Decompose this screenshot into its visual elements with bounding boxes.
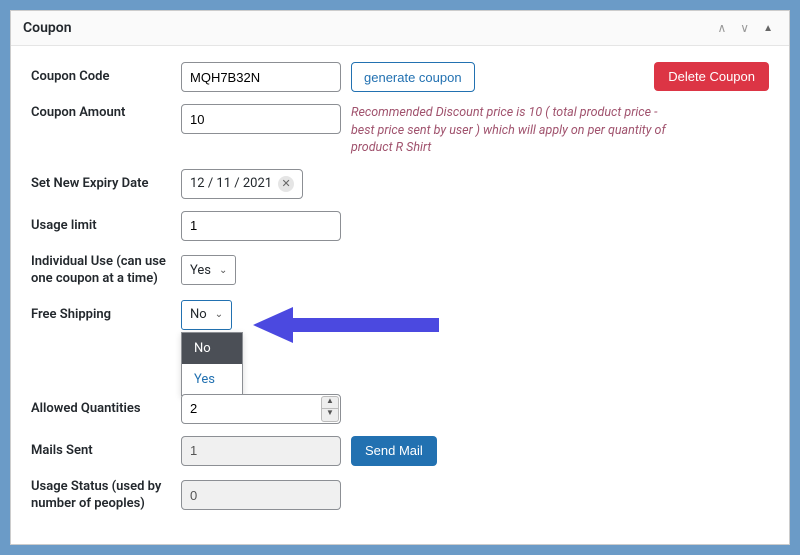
row-free-shipping: Free Shipping No ⌄ No Yes xyxy=(31,300,769,330)
row-allowed-qty: Allowed Quantities ▲ ▼ xyxy=(31,394,769,424)
generate-coupon-button[interactable]: generate coupon xyxy=(351,62,475,92)
row-individual-use: Individual Use (can use one coupon at a … xyxy=(31,253,769,288)
row-expiry: Set New Expiry Date 12 / 11 / 2021 ✕ xyxy=(31,169,769,199)
expiry-date-input[interactable]: 12 / 11 / 2021 ✕ xyxy=(181,169,303,199)
panel-header: Coupon ∧ ∨ ▲ xyxy=(11,11,789,46)
chevron-down-icon: ⌄ xyxy=(215,309,223,320)
row-mails-sent: Mails Sent Send Mail xyxy=(31,436,769,466)
label-usage-limit: Usage limit xyxy=(31,217,171,235)
coupon-panel: Coupon ∧ ∨ ▲ Delete Coupon Coupon Code g… xyxy=(10,10,790,545)
label-allowed-qty: Allowed Quantities xyxy=(31,400,171,418)
row-usage-status: Usage Status (used by number of peoples) xyxy=(31,478,769,513)
collapse-icon[interactable]: ▲ xyxy=(759,21,777,36)
send-mail-button[interactable]: Send Mail xyxy=(351,436,437,466)
individual-use-select[interactable]: Yes ⌄ xyxy=(181,255,236,285)
usage-limit-input[interactable] xyxy=(181,211,341,241)
free-shipping-select[interactable]: No ⌄ xyxy=(181,300,232,330)
row-usage-limit: Usage limit xyxy=(31,211,769,241)
panel-title: Coupon xyxy=(23,20,72,36)
expiry-date-value: 12 / 11 / 2021 xyxy=(190,176,272,191)
clear-date-icon[interactable]: ✕ xyxy=(278,176,294,192)
prev-icon[interactable]: ∧ xyxy=(714,19,731,37)
panel-body: Delete Coupon Coupon Code generate coupo… xyxy=(11,46,789,541)
label-coupon-amount: Coupon Amount xyxy=(31,104,171,122)
option-no[interactable]: No xyxy=(182,333,242,364)
row-coupon-amount: Coupon Amount Recommended Discount price… xyxy=(31,104,769,157)
individual-use-value: Yes xyxy=(190,263,211,278)
coupon-code-input[interactable] xyxy=(181,62,341,92)
usage-status-input xyxy=(181,480,341,510)
next-icon[interactable]: ∨ xyxy=(736,19,753,37)
chevron-down-icon: ⌄ xyxy=(219,265,227,276)
amount-hint: Recommended Discount price is 10 ( total… xyxy=(351,104,681,157)
label-usage-status: Usage Status (used by number of peoples) xyxy=(31,478,171,513)
label-mails-sent: Mails Sent xyxy=(31,442,171,460)
free-shipping-value: No xyxy=(190,307,207,322)
label-free-shipping: Free Shipping xyxy=(31,306,171,324)
label-coupon-code: Coupon Code xyxy=(31,68,171,86)
mails-sent-input xyxy=(181,436,341,466)
option-yes[interactable]: Yes xyxy=(182,364,242,395)
label-expiry: Set New Expiry Date xyxy=(31,175,171,193)
allowed-qty-input[interactable] xyxy=(181,394,341,424)
spinner-down-icon[interactable]: ▼ xyxy=(322,409,338,421)
free-shipping-dropdown: No Yes xyxy=(181,332,243,396)
panel-controls: ∧ ∨ ▲ xyxy=(714,19,778,37)
delete-coupon-button[interactable]: Delete Coupon xyxy=(654,62,769,91)
coupon-amount-input[interactable] xyxy=(181,104,341,134)
label-individual-use: Individual Use (can use one coupon at a … xyxy=(31,253,171,288)
qty-spinner: ▲ ▼ xyxy=(321,396,339,422)
